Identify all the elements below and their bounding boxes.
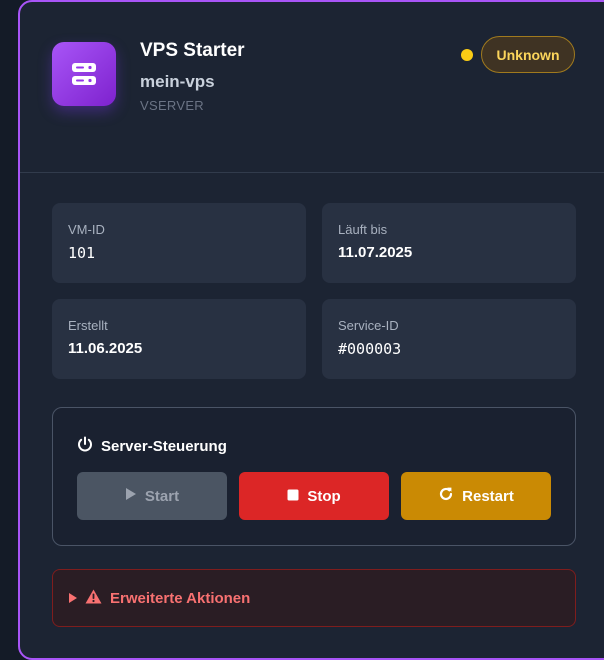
server-control-panel: Server-Steuerung Start Stop Restart [52, 407, 576, 546]
stop-icon [287, 488, 299, 505]
service-card: VPS Starter mein-vps VSERVER Unknown VM-… [18, 0, 604, 660]
stop-button[interactable]: Stop [239, 472, 389, 520]
info-tile-expires: Läuft bis 11.07.2025 [322, 203, 576, 283]
expires-value: 11.07.2025 [338, 244, 413, 261]
restart-button-label: Restart [462, 487, 514, 505]
warning-icon [85, 589, 102, 608]
advanced-actions-toggle[interactable]: Erweiterte Aktionen [52, 569, 576, 627]
start-button[interactable]: Start [77, 472, 227, 520]
vmid-label: VM-ID [68, 222, 105, 237]
power-icon [77, 436, 93, 456]
serviceid-value: #000003 [338, 340, 402, 358]
restart-icon [438, 486, 454, 506]
info-tile-serviceid: Service-ID #000003 [322, 299, 576, 379]
card-header: VPS Starter mein-vps VSERVER Unknown [20, 2, 604, 173]
play-icon [125, 487, 137, 505]
info-tile-created: Erstellt 11.06.2025 [52, 299, 306, 379]
restart-button[interactable]: Restart [401, 472, 551, 520]
server-control-title: Server-Steuerung [101, 437, 227, 455]
advanced-actions-label: Erweiterte Aktionen [110, 589, 251, 607]
chevron-right-icon [69, 593, 77, 603]
vmid-value: 101 [68, 244, 96, 262]
server-icon [52, 42, 116, 106]
serviceid-label: Service-ID [338, 318, 399, 333]
info-tile-vmid: VM-ID 101 [52, 203, 306, 283]
server-control-heading: Server-Steuerung [77, 436, 227, 456]
created-value: 11.06.2025 [68, 340, 143, 357]
service-type: VSERVER [140, 98, 204, 113]
service-title: VPS Starter [140, 40, 245, 61]
service-hostname: mein-vps [140, 72, 215, 91]
created-label: Erstellt [68, 318, 108, 333]
status-badge: Unknown [481, 36, 575, 73]
start-button-label: Start [144, 487, 180, 505]
status-indicator-dot [461, 49, 473, 61]
stop-button-label: Stop [307, 487, 341, 505]
expires-label: Läuft bis [338, 222, 388, 237]
